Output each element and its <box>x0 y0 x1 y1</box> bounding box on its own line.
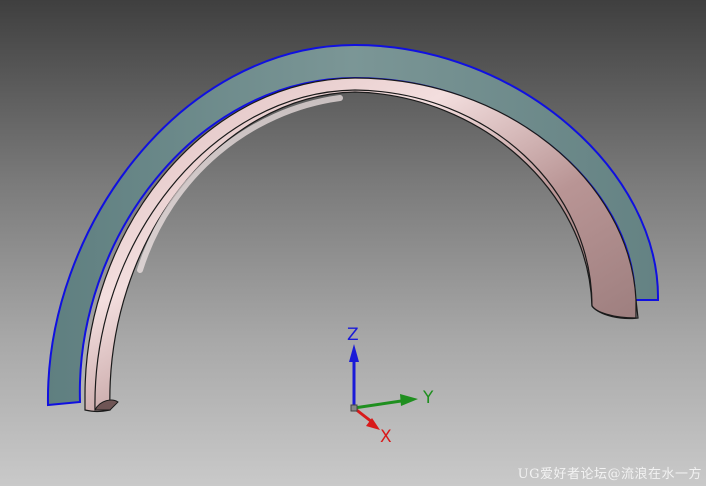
x-axis-label: X <box>380 427 392 447</box>
z-axis-arrowhead <box>349 344 359 362</box>
model-scene[interactable]: Z Y X <box>0 0 706 486</box>
graphics-viewport[interactable]: Z Y X UG爱好者论坛@流浪在水一方 <box>0 0 706 486</box>
watermark-text: UG爱好者论坛@流浪在水一方 <box>517 467 702 482</box>
y-axis <box>353 398 409 410</box>
triad-origin <box>350 404 358 412</box>
coordinate-triad: Z Y X <box>347 325 434 447</box>
y-axis-label: Y <box>422 388 434 408</box>
z-axis-label: Z <box>347 325 359 345</box>
y-axis-arrowhead <box>400 394 418 406</box>
